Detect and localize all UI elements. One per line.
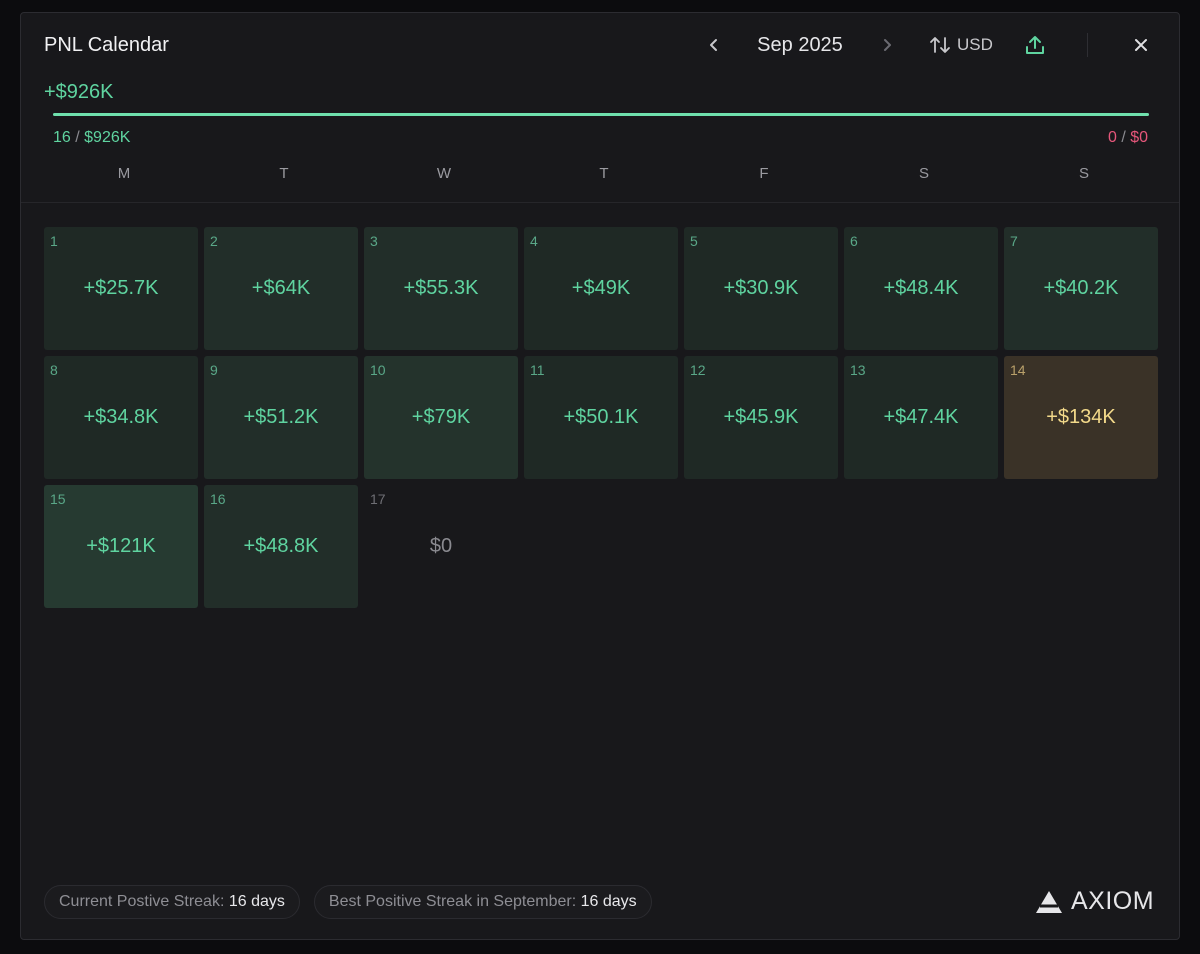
page-title: PNL Calendar (44, 34, 169, 56)
weekday-header: M T W T F S S (44, 165, 1164, 182)
day-pnl-value: +$55.3K (403, 277, 479, 299)
positive-total: $926K (84, 129, 131, 146)
current-streak-label: Current Postive Streak: (59, 893, 225, 910)
share-button[interactable] (1023, 32, 1047, 58)
total-pnl: +$926K (44, 81, 114, 103)
streak-footer: Current Postive Streak: 16 days Best Pos… (44, 885, 652, 919)
day-pnl-value: +$48.4K (883, 277, 959, 299)
positive-days-count: 16 (53, 129, 71, 146)
calendar-day-cell[interactable]: 17 $0 (364, 485, 518, 608)
day-pnl-value: +$64K (251, 277, 311, 299)
axiom-triangle-icon (1036, 890, 1062, 913)
current-month-label: Sep 2025 (757, 34, 843, 56)
chevron-left-icon (710, 39, 717, 51)
weekday-label: F (759, 165, 769, 182)
calendar-day-cell[interactable]: 15 +$121K (44, 485, 198, 608)
day-pnl-value: +$79K (411, 406, 471, 428)
day-pnl-value: +$30.9K (723, 277, 799, 299)
pnl-ratio-bar (53, 113, 1149, 116)
calendar-day-cell[interactable]: 1 +$25.7K (44, 227, 198, 350)
summary-separator: / (75, 129, 85, 146)
summary-separator: / (1121, 129, 1131, 146)
current-streak-badge: Current Postive Streak: 16 days (44, 885, 300, 919)
brand-name: AXIOM (1071, 887, 1155, 915)
day-pnl-value: +$34.8K (83, 406, 159, 428)
calendar-day-cell[interactable]: 14 +$134K (1004, 356, 1158, 479)
weekday-label: M (117, 165, 131, 182)
day-pnl-value: $0 (429, 535, 453, 557)
best-streak-badge: Best Positive Streak in September: 16 da… (313, 885, 652, 919)
pnl-calendar-modal: PNL Calendar Sep 2025 USD +$926K 16 / $9… (20, 12, 1180, 940)
weekday-label: T (599, 165, 609, 182)
day-pnl-value: +$48.8K (243, 535, 319, 557)
weekday-label: S (918, 165, 929, 182)
calendar-grid: 1 +$25.7K 2 +$64K 3 +$55.3K 4 +$49K 5 +$30.9K 6 +$4… (44, 227, 1158, 608)
axiom-logo: AXIOM (1035, 887, 1154, 916)
day-pnl-value: +$134K (1046, 406, 1116, 428)
weekday-label: T (279, 165, 289, 182)
negative-days-count: 0 (1107, 129, 1117, 146)
positive-days-summary: 16 / $926K (53, 129, 130, 147)
calendar-day-cell[interactable]: 6 +$48.4K (844, 227, 998, 350)
weekday-label: S (1078, 165, 1089, 182)
best-streak-label: Best Positive Streak in September: (328, 893, 577, 910)
close-button[interactable] (1129, 33, 1153, 57)
calendar-day-cell[interactable]: 3 +$55.3K (364, 227, 518, 350)
sort-arrows-icon (930, 37, 950, 53)
negative-days-summary: 0 / $0 (1108, 129, 1148, 147)
calendar-day-cell[interactable]: 5 +$30.9K (684, 227, 838, 350)
currency-toggle-button[interactable]: USD (929, 33, 993, 57)
close-icon (1135, 39, 1147, 51)
day-pnl-value: +$25.7K (83, 277, 159, 299)
day-pnl-value: +$121K (86, 535, 156, 557)
weekday-label: W (436, 165, 452, 182)
pnl-ratio-bar-fill (53, 113, 1149, 116)
day-pnl-value: +$47.4K (883, 406, 959, 428)
calendar-day-cell[interactable]: 11 +$50.1K (524, 356, 678, 479)
day-pnl-value: +$40.2K (1043, 277, 1119, 299)
next-month-button[interactable] (876, 33, 898, 57)
current-streak-value: 16 days (228, 893, 285, 910)
prev-month-button[interactable] (703, 33, 725, 57)
calendar-day-cell[interactable]: 13 +$47.4K (844, 356, 998, 479)
day-pnl-value: +$51.2K (243, 406, 319, 428)
day-pnl-value: +$49K (571, 277, 631, 299)
calendar-day-cell[interactable]: 10 +$79K (364, 356, 518, 479)
chevron-right-icon (884, 39, 891, 51)
calendar-day-cell[interactable]: 8 +$34.8K (44, 356, 198, 479)
header-divider-line (21, 202, 1179, 203)
header-divider (1087, 33, 1088, 57)
calendar-day-cell[interactable]: 7 +$40.2K (1004, 227, 1158, 350)
calendar-day-cell[interactable]: 9 +$51.2K (204, 356, 358, 479)
calendar-day-cell[interactable]: 2 +$64K (204, 227, 358, 350)
day-pnl-value: +$50.1K (563, 406, 639, 428)
upload-icon (1026, 36, 1044, 54)
calendar-day-cell[interactable]: 16 +$48.8K (204, 485, 358, 608)
currency-label: USD (957, 35, 993, 54)
calendar-day-cell[interactable]: 4 +$49K (524, 227, 678, 350)
modal-header: PNL Calendar Sep 2025 USD (21, 13, 1179, 77)
day-pnl-value: +$45.9K (723, 406, 799, 428)
calendar-day-cell[interactable]: 12 +$45.9K (684, 356, 838, 479)
negative-total: $0 (1130, 129, 1148, 146)
best-streak-value: 16 days (580, 893, 637, 910)
